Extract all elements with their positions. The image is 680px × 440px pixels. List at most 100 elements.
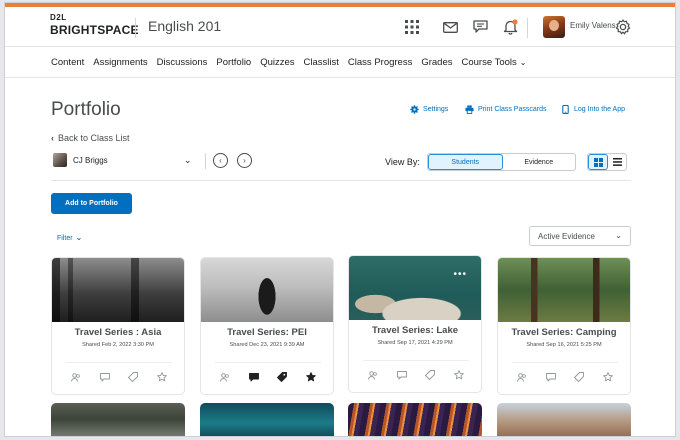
portfolio-card-thumbnail[interactable] [348, 403, 482, 436]
feedback-icon[interactable] [99, 371, 111, 383]
filter-label: Filter [57, 235, 73, 242]
nav-item-quizzes[interactable]: Quizzes [260, 57, 294, 68]
card-divider [215, 362, 321, 363]
settings-link[interactable]: Settings [410, 105, 448, 114]
toolbar-divider [205, 153, 206, 169]
view-by-students-button[interactable]: Students [428, 154, 503, 170]
mail-icon[interactable] [440, 17, 460, 37]
star-icon[interactable] [305, 371, 317, 383]
tag-icon[interactable] [573, 371, 585, 383]
card-thumbnail [349, 256, 481, 320]
nav-item-content[interactable]: Content [51, 57, 84, 68]
tag-icon[interactable] [127, 371, 139, 383]
more-options-icon[interactable]: ••• [453, 270, 467, 280]
card-date: Shared Sep 17, 2021 4:29 PM [377, 340, 453, 346]
tag-icon[interactable] [276, 371, 288, 383]
card-divider [512, 362, 618, 363]
card-title: Travel Series: Camping [511, 327, 617, 338]
user-avatar[interactable] [543, 16, 565, 38]
feedback-icon[interactable] [248, 371, 260, 383]
list-icon [612, 158, 622, 166]
logo-brightspace: BRIGHTSPACE [50, 23, 139, 37]
star-icon[interactable] [602, 371, 614, 383]
star-icon[interactable] [453, 369, 465, 381]
header-divider [135, 18, 136, 38]
chat-icon[interactable] [470, 17, 490, 37]
feedback-icon[interactable] [396, 369, 408, 381]
grid-view-button[interactable] [588, 154, 608, 170]
printer-icon [465, 105, 474, 114]
list-view-button[interactable] [608, 154, 626, 170]
course-title[interactable]: English 201 [148, 18, 221, 34]
previous-student-button[interactable]: ‹ [213, 153, 228, 168]
back-to-class-list-link[interactable]: ‹ Back to Class List [51, 133, 130, 143]
header-divider [527, 18, 528, 38]
portfolio-card-thumbnail[interactable] [497, 403, 631, 436]
student-selector[interactable]: CJ Briggs ⌄ [51, 151, 193, 171]
card-divider [363, 360, 469, 361]
portfolio-card[interactable]: Travel Series: PEI Shared Dec 23, 2021 9… [200, 257, 334, 395]
card-thumbnail [498, 258, 630, 322]
tag-icon[interactable] [424, 369, 436, 381]
chevron-right-icon: › [243, 156, 246, 165]
section-divider [51, 180, 631, 181]
gear-icon [410, 105, 419, 114]
chevron-down-icon: ⌄ [75, 233, 83, 242]
portfolio-card-thumbnail[interactable] [51, 403, 185, 436]
people-icon[interactable] [516, 371, 528, 383]
page-title: Portfolio [51, 99, 121, 120]
grid-icon [593, 157, 603, 167]
settings-link-label: Settings [423, 106, 449, 113]
chevron-down-icon: ⌄ [184, 155, 192, 165]
nav-item-course-tools-label: Course Tools [461, 57, 517, 68]
chevron-down-icon: ⌄ [519, 58, 527, 67]
gear-icon[interactable] [613, 17, 633, 37]
mobile-icon [561, 104, 570, 115]
card-thumbnail [201, 258, 333, 322]
logo-d2l: D2L [50, 13, 67, 22]
student-avatar [53, 153, 67, 167]
view-by-toggle: Students Evidence [427, 153, 576, 171]
nav-item-classlist[interactable]: Classlist [304, 57, 339, 68]
nav-item-grades[interactable]: Grades [421, 57, 452, 68]
log-into-app-label: Log Into the App [574, 106, 625, 113]
print-passcards-link[interactable]: Print Class Passcards [465, 105, 546, 114]
evidence-status-select[interactable]: Active Evidence ⌄ [529, 226, 631, 246]
site-header: D2L BRIGHTSPACE English 201 Emily Valens [5, 7, 675, 47]
card-title: Travel Series : Asia [74, 327, 162, 338]
user-name[interactable]: Emily Valens [570, 21, 616, 30]
layout-toggle [587, 153, 627, 171]
portfolio-card-thumbnail[interactable] [200, 403, 334, 436]
log-into-app-link[interactable]: Log Into the App [561, 104, 625, 115]
view-by-label: View By: [385, 157, 420, 167]
waffle-grid-icon[interactable] [402, 17, 422, 37]
bell-icon[interactable] [500, 17, 520, 37]
portfolio-card[interactable]: Travel Series: Camping Shared Sep 16, 20… [497, 257, 631, 395]
nav-item-assignments[interactable]: Assignments [93, 57, 147, 68]
portfolio-card[interactable]: Travel Series : Asia Shared Feb 2, 2022 … [51, 257, 185, 395]
browser-viewport: D2L BRIGHTSPACE English 201 Emily Valens [4, 2, 676, 437]
nav-item-course-tools[interactable]: Course Tools ⌄ [462, 57, 527, 68]
nav-item-discussions[interactable]: Discussions [157, 57, 208, 68]
view-by-evidence-button[interactable]: Evidence [503, 154, 576, 170]
add-to-portfolio-button[interactable]: Add to Portfolio [51, 193, 132, 214]
feedback-icon[interactable] [545, 371, 557, 383]
people-icon[interactable] [367, 369, 379, 381]
filter-dropdown[interactable]: Filter ⌄ [57, 233, 82, 242]
course-navbar: Content Assignments Discussions Portfoli… [5, 48, 675, 78]
card-title: Travel Series: Lake [371, 325, 459, 336]
star-icon[interactable] [156, 371, 168, 383]
portfolio-card[interactable]: ••• Travel Series: Lake Shared Sep 17, 2… [348, 255, 482, 393]
nav-item-portfolio[interactable]: Portfolio [216, 57, 251, 68]
people-icon[interactable] [219, 371, 231, 383]
card-date: Shared Sep 16, 2021 5:25 PM [526, 342, 602, 348]
card-date: Shared Feb 2, 2022 3:30 PM [82, 342, 154, 348]
people-icon[interactable] [70, 371, 82, 383]
student-name: CJ Briggs [73, 156, 108, 165]
evidence-select-value: Active Evidence [538, 231, 595, 241]
next-student-button[interactable]: › [237, 153, 252, 168]
print-passcards-label: Print Class Passcards [478, 106, 547, 113]
brightspace-logo[interactable]: D2L BRIGHTSPACE [50, 13, 139, 37]
nav-item-class-progress[interactable]: Class Progress [348, 57, 412, 68]
back-link-label: Back to Class List [58, 133, 130, 143]
